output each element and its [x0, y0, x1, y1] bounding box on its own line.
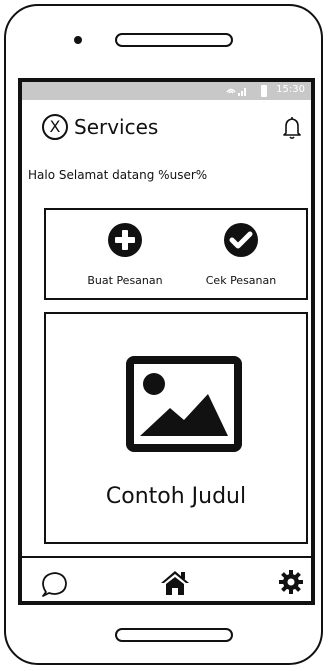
app-logo: X — [42, 114, 68, 140]
order-actions-card: Buat Pesanan Cek Pesanan — [44, 208, 308, 300]
speaker-grille — [115, 33, 233, 47]
app-screen: 15:30 X Services Halo Selamat datang %us… — [18, 78, 315, 605]
bottom-nav-divider — [22, 556, 311, 558]
check-order-button[interactable]: Cek Pesanan — [196, 218, 286, 294]
home-icon[interactable] — [160, 569, 190, 597]
bell-icon[interactable] — [282, 116, 302, 140]
card-title: Contoh Judul — [105, 484, 247, 509]
page-title: Services — [74, 115, 159, 139]
status-time: 15:30 — [276, 84, 305, 95]
check-circle-icon — [224, 223, 258, 257]
home-button[interactable] — [115, 628, 233, 642]
chat-bubble-icon[interactable] — [40, 570, 68, 598]
check-order-label: Cek Pesanan — [205, 274, 277, 287]
plus-circle-icon — [108, 223, 142, 257]
camera-icon — [74, 36, 82, 44]
battery-icon — [261, 85, 267, 97]
create-order-button[interactable]: Buat Pesanan — [80, 218, 170, 294]
signal-icon — [226, 88, 246, 96]
content-card[interactable]: Contoh Judul — [44, 312, 308, 544]
image-icon — [126, 356, 242, 452]
gear-icon[interactable] — [278, 569, 304, 595]
welcome-message: Halo Selamat datang %user% — [28, 168, 208, 182]
status-bar: 15:30 — [22, 82, 311, 100]
create-order-label: Buat Pesanan — [87, 274, 163, 287]
